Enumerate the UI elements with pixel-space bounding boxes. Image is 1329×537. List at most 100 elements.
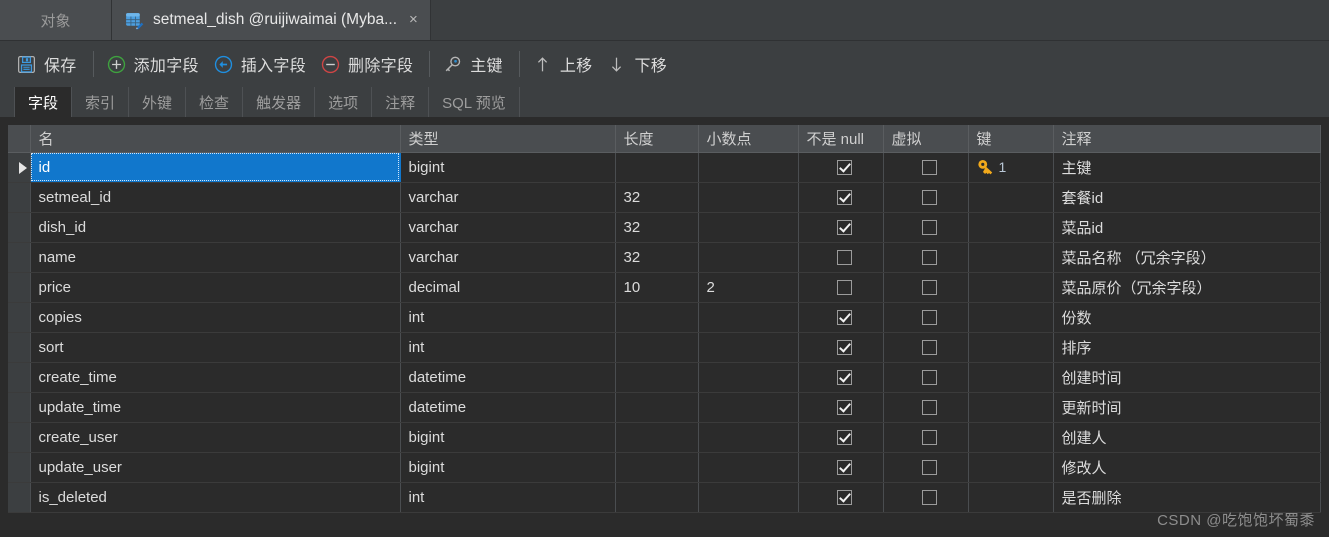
cell-field-decimals[interactable] xyxy=(698,332,799,363)
table-row[interactable]: setmeal_id varchar 32 套餐id xyxy=(8,182,1321,213)
not-null-checkbox[interactable] xyxy=(837,220,852,236)
cell-virtual-checkbox[interactable] xyxy=(883,212,969,243)
cell-field-name[interactable]: create_time xyxy=(30,362,401,393)
cell-field-comment[interactable]: 套餐id xyxy=(1053,182,1321,213)
not-null-checkbox[interactable] xyxy=(837,190,852,206)
cell-field-type[interactable]: varchar xyxy=(400,182,616,213)
primary-key-button[interactable]: 主键 xyxy=(440,49,515,79)
cell-field-length[interactable] xyxy=(615,152,699,183)
cell-field-type[interactable]: int xyxy=(400,302,616,333)
cell-field-type[interactable]: bigint xyxy=(400,422,616,453)
row-gutter[interactable] xyxy=(8,272,31,303)
virtual-checkbox[interactable] xyxy=(922,160,937,176)
not-null-checkbox[interactable] xyxy=(837,400,852,416)
cell-field-decimals[interactable] xyxy=(698,422,799,453)
cell-field-name[interactable]: copies xyxy=(30,302,401,333)
cell-field-comment[interactable]: 是否删除 xyxy=(1053,482,1321,513)
table-row[interactable]: is_deleted int 是否删除 xyxy=(8,482,1321,513)
cell-not-null-checkbox[interactable] xyxy=(798,422,884,453)
cell-key[interactable] xyxy=(968,362,1054,393)
virtual-checkbox[interactable] xyxy=(922,460,937,476)
cell-virtual-checkbox[interactable] xyxy=(883,392,969,423)
save-button[interactable]: 保存 xyxy=(14,49,89,79)
cell-field-comment[interactable]: 主键 xyxy=(1053,152,1321,183)
cell-field-type[interactable]: datetime xyxy=(400,392,616,423)
cell-not-null-checkbox[interactable] xyxy=(798,362,884,393)
cell-virtual-checkbox[interactable] xyxy=(883,272,969,303)
cell-key[interactable] xyxy=(968,482,1054,513)
cell-field-length[interactable] xyxy=(615,452,699,483)
cell-field-length[interactable]: 32 xyxy=(615,182,699,213)
move-up-button[interactable]: 上移 xyxy=(530,49,605,79)
tab-triggers[interactable]: 触发器 xyxy=(243,87,316,118)
row-gutter[interactable] xyxy=(8,362,31,393)
column-header-length[interactable]: 长度 xyxy=(615,125,699,153)
cell-field-decimals[interactable]: 2 xyxy=(698,272,799,303)
cell-key[interactable] xyxy=(968,182,1054,213)
virtual-checkbox[interactable] xyxy=(922,430,937,446)
cell-field-length[interactable] xyxy=(615,392,699,423)
cell-field-name[interactable]: update_time xyxy=(30,392,401,423)
tab-comment[interactable]: 注释 xyxy=(372,87,430,118)
cell-field-decimals[interactable] xyxy=(698,242,799,273)
cell-key[interactable] xyxy=(968,392,1054,423)
cell-virtual-checkbox[interactable] xyxy=(883,452,969,483)
tab-foreign-keys[interactable]: 外键 xyxy=(129,87,187,118)
cell-not-null-checkbox[interactable] xyxy=(798,392,884,423)
cell-field-decimals[interactable] xyxy=(698,152,799,183)
cell-field-comment[interactable]: 创建人 xyxy=(1053,422,1321,453)
tab-document-setmeal-dish[interactable]: setmeal_dish @ruijiwaimai (Myba... × xyxy=(112,0,431,40)
column-header-comment[interactable]: 注释 xyxy=(1053,125,1321,153)
cell-field-length[interactable] xyxy=(615,302,699,333)
not-null-checkbox[interactable] xyxy=(837,250,852,266)
cell-field-decimals[interactable] xyxy=(698,452,799,483)
table-row[interactable]: copies int 份数 xyxy=(8,302,1321,333)
close-icon[interactable]: × xyxy=(405,12,420,29)
cell-field-comment[interactable]: 份数 xyxy=(1053,302,1321,333)
cell-field-comment[interactable]: 修改人 xyxy=(1053,452,1321,483)
cell-field-decimals[interactable] xyxy=(698,212,799,243)
not-null-checkbox[interactable] xyxy=(837,460,852,476)
virtual-checkbox[interactable] xyxy=(922,490,937,506)
cell-field-name[interactable]: name xyxy=(30,242,401,273)
cell-not-null-checkbox[interactable] xyxy=(798,302,884,333)
cell-field-comment[interactable]: 菜品名称 （冗余字段） xyxy=(1053,242,1321,273)
cell-field-length[interactable]: 10 xyxy=(615,272,699,303)
cell-field-decimals[interactable] xyxy=(698,362,799,393)
cell-key[interactable] xyxy=(968,242,1054,273)
cell-field-decimals[interactable] xyxy=(698,392,799,423)
cell-not-null-checkbox[interactable] xyxy=(798,332,884,363)
cell-field-type[interactable]: decimal xyxy=(400,272,616,303)
table-row[interactable]: create_time datetime 创建时间 xyxy=(8,362,1321,393)
row-gutter[interactable] xyxy=(8,482,31,513)
cell-not-null-checkbox[interactable] xyxy=(798,242,884,273)
cell-field-comment[interactable]: 创建时间 xyxy=(1053,362,1321,393)
row-gutter[interactable] xyxy=(8,182,31,213)
virtual-checkbox[interactable] xyxy=(922,310,937,326)
not-null-checkbox[interactable] xyxy=(837,160,852,176)
row-gutter[interactable] xyxy=(8,242,31,273)
cell-virtual-checkbox[interactable] xyxy=(883,302,969,333)
cell-field-decimals[interactable] xyxy=(698,482,799,513)
table-row[interactable]: price decimal 10 2 菜品原价（冗余字段） xyxy=(8,272,1321,303)
cell-field-comment[interactable]: 排序 xyxy=(1053,332,1321,363)
table-row[interactable]: update_time datetime 更新时间 xyxy=(8,392,1321,423)
row-gutter[interactable] xyxy=(8,302,31,333)
virtual-checkbox[interactable] xyxy=(922,250,937,266)
table-row[interactable]: id bigint 1 主键 xyxy=(8,152,1321,183)
not-null-checkbox[interactable] xyxy=(837,370,852,386)
virtual-checkbox[interactable] xyxy=(922,400,937,416)
cell-field-length[interactable]: 32 xyxy=(615,242,699,273)
virtual-checkbox[interactable] xyxy=(922,190,937,206)
cell-field-length[interactable] xyxy=(615,332,699,363)
virtual-checkbox[interactable] xyxy=(922,340,937,356)
add-field-button[interactable]: 添加字段 xyxy=(104,49,211,79)
virtual-checkbox[interactable] xyxy=(922,370,937,386)
cell-field-name[interactable]: is_deleted xyxy=(30,482,401,513)
cell-field-name[interactable]: sort xyxy=(30,332,401,363)
row-gutter[interactable] xyxy=(8,152,31,183)
cell-virtual-checkbox[interactable] xyxy=(883,482,969,513)
insert-field-button[interactable]: 插入字段 xyxy=(211,49,318,79)
cell-field-type[interactable]: bigint xyxy=(400,152,616,183)
tab-objects[interactable]: 对象 xyxy=(0,0,112,40)
